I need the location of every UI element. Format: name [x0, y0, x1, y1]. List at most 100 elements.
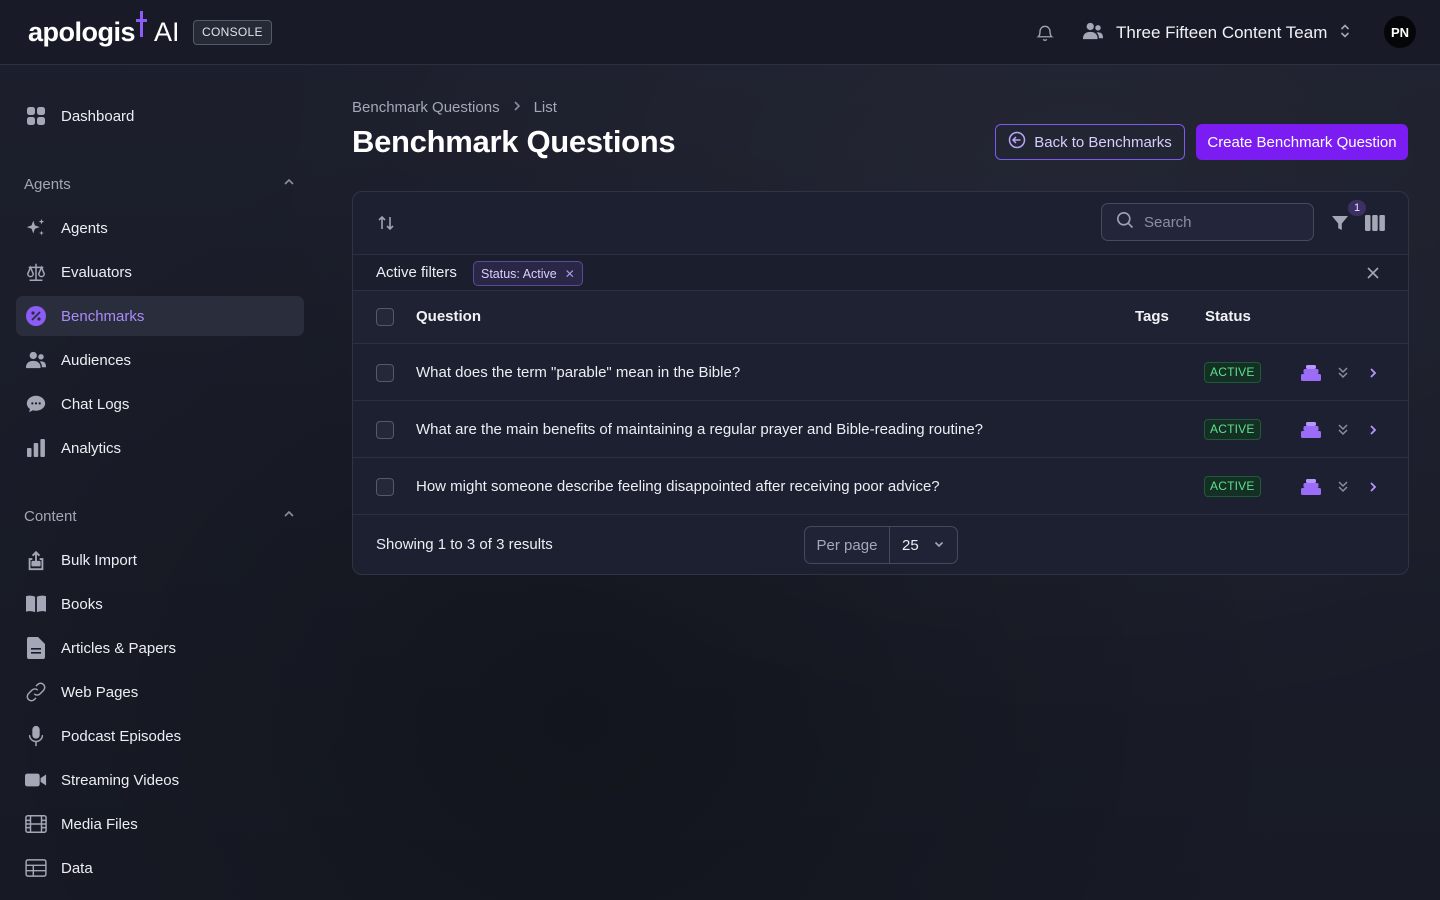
active-filters-label: Active filters [376, 264, 457, 281]
chevron-right-icon [512, 99, 522, 116]
sidebar-item-agents[interactable]: Agents [16, 208, 304, 248]
chevron-double-down-icon[interactable] [1332, 419, 1354, 441]
sidebar-item-chat-logs[interactable]: Chat Logs [16, 384, 304, 424]
bell-icon[interactable] [1033, 21, 1057, 45]
chevron-up-icon [282, 175, 296, 193]
sidebar-item-books[interactable]: Books [16, 584, 304, 624]
table-row[interactable]: What are the main benefits of maintainin… [353, 401, 1408, 458]
question-cell: How might someone describe feeling disap… [416, 478, 940, 495]
link-icon [25, 681, 47, 703]
sidebar-item-label: Media Files [61, 815, 138, 833]
chevron-right-icon[interactable] [1362, 419, 1384, 441]
sidebar-item-benchmarks[interactable]: Benchmarks [16, 296, 304, 336]
sidebar-item-label: Audiences [61, 351, 132, 369]
sidebar-item-articles-papers[interactable]: Articles & Papers [16, 628, 304, 668]
status-badge: ACTIVE [1204, 362, 1261, 383]
per-page-value: 25 [902, 536, 919, 554]
remove-filter-icon[interactable]: ✕ [565, 267, 575, 281]
per-page-label: Per page [805, 527, 890, 563]
search-field[interactable] [1101, 203, 1314, 241]
table-header: Question Tags Status [353, 291, 1408, 344]
sidebar-item-label: Articles & Papers [61, 639, 177, 657]
sidebar-item-label: Streaming Videos [61, 771, 180, 789]
video-icon [25, 769, 47, 791]
columns-icon[interactable] [1364, 212, 1386, 234]
sidebar-item-analytics[interactable]: Analytics [16, 428, 304, 468]
back-to-benchmarks-button[interactable]: Back to Benchmarks [995, 124, 1185, 160]
team-switcher[interactable]: Three Fifteen Content Team [1082, 18, 1351, 48]
arrow-left-circle-icon [1008, 131, 1026, 153]
sidebar-item-label: Bulk Import [61, 551, 137, 569]
chevron-up-down-icon [1339, 23, 1351, 44]
users-icon [25, 349, 47, 371]
column-header-tags: Tags [1135, 308, 1169, 325]
sidebar-item-label: Data [61, 859, 93, 877]
team-name: Three Fifteen Content Team [1116, 23, 1328, 42]
question-cell: What are the main benefits of maintainin… [416, 421, 983, 438]
sidebar-item-label: Web Pages [61, 683, 139, 701]
sidebar-item-label: Podcast Episodes [61, 727, 182, 745]
chevron-down-icon [933, 537, 945, 554]
sidebar-item-data[interactable]: Data [16, 848, 304, 888]
chevron-double-down-icon[interactable] [1332, 362, 1354, 384]
group-label: Content [24, 507, 77, 525]
sidebar-item-label: Books [61, 595, 103, 613]
breadcrumb-link[interactable]: Benchmark Questions [352, 99, 500, 116]
sidebar-item-media-files[interactable]: Media Files [16, 804, 304, 844]
content-group-header[interactable]: Content [24, 504, 296, 528]
row-checkbox[interactable] [376, 421, 394, 439]
search-input[interactable] [1144, 213, 1294, 231]
console-badge: CONSOLE [193, 20, 272, 45]
user-avatar[interactable]: PN [1384, 16, 1416, 48]
sidebar-item-podcast-episodes[interactable]: Podcast Episodes [16, 716, 304, 756]
chevron-right-icon[interactable] [1362, 476, 1384, 498]
bar-chart-icon [25, 437, 47, 459]
row-checkbox[interactable] [376, 364, 394, 382]
stack-icon[interactable] [1300, 476, 1322, 498]
film-icon [25, 813, 47, 835]
apologist-ai-logo[interactable]: apologis AI [28, 10, 180, 50]
sidebar-item-streaming-videos[interactable]: Streaming Videos [16, 760, 304, 800]
agents-group-header[interactable]: Agents [24, 172, 296, 196]
sidebar-item-label: Evaluators [61, 263, 132, 281]
breadcrumb: Benchmark Questions List [352, 97, 557, 117]
sidebar-item-evaluators[interactable]: Evaluators [16, 252, 304, 292]
sidebar-item-label: Agents [61, 219, 108, 237]
group-label: Agents [24, 175, 71, 193]
sidebar-item-dashboard[interactable]: Dashboard [16, 96, 304, 136]
create-benchmark-question-button[interactable]: Create Benchmark Question [1196, 124, 1408, 160]
document-icon [25, 637, 47, 659]
active-filters-bar: Active filters Status: Active ✕ [353, 254, 1408, 291]
stack-icon[interactable] [1300, 362, 1322, 384]
per-page-select[interactable]: Per page 25 [804, 526, 958, 564]
sidebar-item-audiences[interactable]: Audiences [16, 340, 304, 380]
sidebar-item-label: Benchmarks [61, 307, 145, 325]
breadcrumb-current: List [533, 98, 557, 116]
table-row[interactable]: What does the term "parable" mean in the… [353, 344, 1408, 401]
logo-cross-icon [136, 10, 148, 41]
table-row[interactable]: How might someone describe feeling disap… [353, 458, 1408, 515]
table-toolbar: 1 [353, 192, 1408, 254]
logo-wordmark: apologis [28, 10, 148, 48]
clear-filters-icon[interactable] [1365, 265, 1381, 281]
filter-icon[interactable] [1329, 212, 1351, 234]
select-all-checkbox[interactable] [376, 308, 394, 326]
chat-icon [25, 393, 47, 415]
results-summary: Showing 1 to 3 of 3 results [376, 536, 553, 553]
column-header-question[interactable]: Question [416, 308, 481, 325]
status-badge: ACTIVE [1204, 476, 1261, 497]
chevron-right-icon[interactable] [1362, 362, 1384, 384]
chevron-up-icon [282, 507, 296, 525]
scale-icon [25, 261, 47, 283]
search-icon [1116, 211, 1134, 234]
sort-icon[interactable] [375, 212, 397, 234]
book-icon [25, 593, 47, 615]
column-header-status: Status [1205, 308, 1251, 325]
per-page-dropdown[interactable]: 25 [890, 527, 957, 563]
row-checkbox[interactable] [376, 478, 394, 496]
sidebar-item-web-pages[interactable]: Web Pages [16, 672, 304, 712]
chevron-double-down-icon[interactable] [1332, 476, 1354, 498]
table-footer: Showing 1 to 3 of 3 results Per page 25 [353, 515, 1408, 574]
sidebar-item-bulk-import[interactable]: Bulk Import [16, 540, 304, 580]
stack-icon[interactable] [1300, 419, 1322, 441]
